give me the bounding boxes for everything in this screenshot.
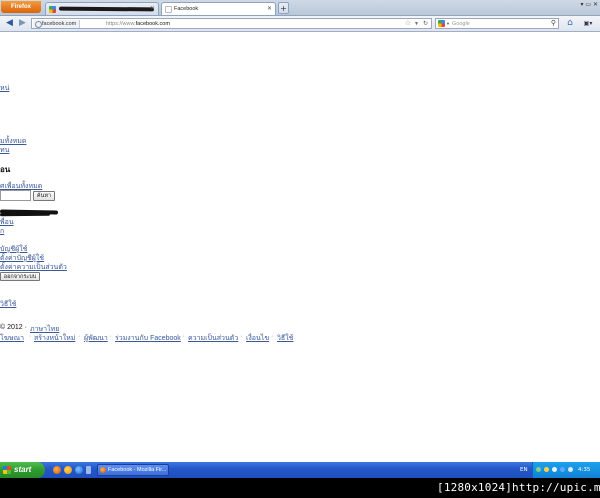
footer-link-careers[interactable]: ร่วมงานกับ Facebook <box>115 333 181 344</box>
google-engine-icon[interactable] <box>438 20 445 27</box>
url-prefix: https://www. <box>106 21 136 27</box>
search-placeholder: Google <box>452 21 470 27</box>
taskbar-clock[interactable]: 4:35 <box>578 462 590 478</box>
back-arrow-icon[interactable]: ◀ <box>4 18 15 29</box>
friend-search-input[interactable] <box>0 190 31 201</box>
footer-separator: · <box>29 333 32 340</box>
footer-link-create-page[interactable]: สร้างหน้าใหม่ <box>34 333 75 344</box>
redaction-scribble <box>0 212 51 217</box>
window-controls[interactable]: ▾ ▭ ✕ <box>580 1 598 8</box>
copyright-text: © 2012 · <box>0 324 27 331</box>
search-magnifier-icon[interactable]: ⚲ <box>551 19 556 29</box>
bluetooth-tray-icon[interactable] <box>560 467 565 472</box>
folder-quicklaunch-icon[interactable] <box>64 466 72 474</box>
globe-icon <box>35 21 42 28</box>
redaction-scribble <box>58 6 155 12</box>
footer-link-developers[interactable]: ผู้พัฒนา <box>84 333 108 344</box>
search-bar[interactable]: ▼ Google ⚲ <box>435 18 559 29</box>
footer-link-privacy[interactable]: ความเป็นส่วนตัว <box>188 333 238 344</box>
home-icon[interactable]: ⌂ <box>565 18 575 29</box>
link-help[interactable]: วิธีใช้ <box>0 299 16 310</box>
page-favicon-icon <box>165 6 172 13</box>
site-identity-label: facebook.com <box>42 21 77 27</box>
url-domain: facebook.com <box>135 21 170 27</box>
bookmark-star-icon[interactable]: ☆ <box>405 19 411 29</box>
forward-arrow-icon[interactable]: ▶ <box>17 18 28 29</box>
google-favicon-icon <box>49 6 56 13</box>
show-desktop-icon[interactable] <box>86 466 91 474</box>
desktop-screen: Firefox ✕ Facebook ✕ + ▾ ▭ ✕ ◀ ▶ faceboo… <box>0 0 600 478</box>
taskbar-item-label: Facebook - Mozilla Fir... <box>108 467 167 473</box>
address-bar[interactable]: facebook.com https://www.facebook.com ☆ … <box>31 18 432 29</box>
security-tray-icon[interactable] <box>544 467 549 472</box>
footer-separator: · <box>240 333 243 340</box>
history-dropdown-icon[interactable]: ▼ <box>414 19 419 29</box>
volume-tray-icon[interactable] <box>552 467 557 472</box>
taskbar-item-firefox[interactable]: Facebook - Mozilla Fir... <box>97 464 169 476</box>
footer-link-help[interactable]: วิธีใช้ <box>277 333 293 344</box>
footer-separator: · <box>78 333 81 340</box>
tab-redacted[interactable]: ✕ <box>45 2 159 15</box>
firefox-menu-button[interactable]: Firefox <box>1 1 41 13</box>
footer-link-ads[interactable]: โฆษณา <box>0 333 24 344</box>
logout-button[interactable]: ออกจากระบบ <box>0 272 40 281</box>
footer-separator: · <box>182 333 185 340</box>
reload-icon[interactable]: ↻ <box>423 19 428 29</box>
footer-link-terms[interactable]: เงื่อนไข <box>246 333 269 344</box>
web-page: หน่ มทั้งหมด ทน อน ศเพื่อนทั้งหมด ค้นหา … <box>0 32 600 462</box>
search-button[interactable]: ค้นหา <box>33 191 55 201</box>
start-label: start <box>14 465 32 474</box>
section-heading: อน <box>0 165 11 174</box>
close-tab-icon[interactable]: ✕ <box>150 3 155 16</box>
start-button[interactable]: start <box>0 462 45 478</box>
navigation-bar: ◀ ▶ facebook.com https://www.facebook.co… <box>0 16 600 32</box>
tab-bar: Firefox ✕ Facebook ✕ + ▾ ▭ ✕ <box>0 0 600 16</box>
link-n[interactable]: ก <box>0 226 4 237</box>
footer-separator: · <box>271 333 274 340</box>
network-tray-icon[interactable] <box>536 467 541 472</box>
new-tab-button[interactable]: + <box>278 2 289 14</box>
firefox-icon <box>100 467 106 473</box>
internet-explorer-icon[interactable] <box>75 466 83 474</box>
language-indicator[interactable]: EN <box>520 462 528 478</box>
windows-logo-icon <box>3 466 11 474</box>
toolbar-menu-icon[interactable]: ▣▾ <box>581 18 595 29</box>
link-top[interactable]: หน่ <box>0 83 9 94</box>
link-short[interactable]: ทน <box>0 145 9 156</box>
tray-app-icon[interactable] <box>568 467 573 472</box>
firefox-quicklaunch-icon[interactable] <box>53 466 61 474</box>
footer-separator: · <box>109 333 112 340</box>
engine-dropdown-icon[interactable]: ▼ <box>446 19 450 29</box>
windows-taskbar: start Facebook - Mozilla Fir... EN 4:35 <box>0 462 600 478</box>
close-tab-icon[interactable]: ✕ <box>267 3 272 16</box>
tab-label: Facebook <box>174 6 199 12</box>
url-text[interactable]: https://www.facebook.com <box>106 19 170 29</box>
site-identity-button[interactable]: facebook.com <box>33 20 81 28</box>
tab-facebook[interactable]: Facebook ✕ <box>161 2 276 15</box>
image-watermark: [1280x1024]http://upic.me/ <box>437 481 600 494</box>
